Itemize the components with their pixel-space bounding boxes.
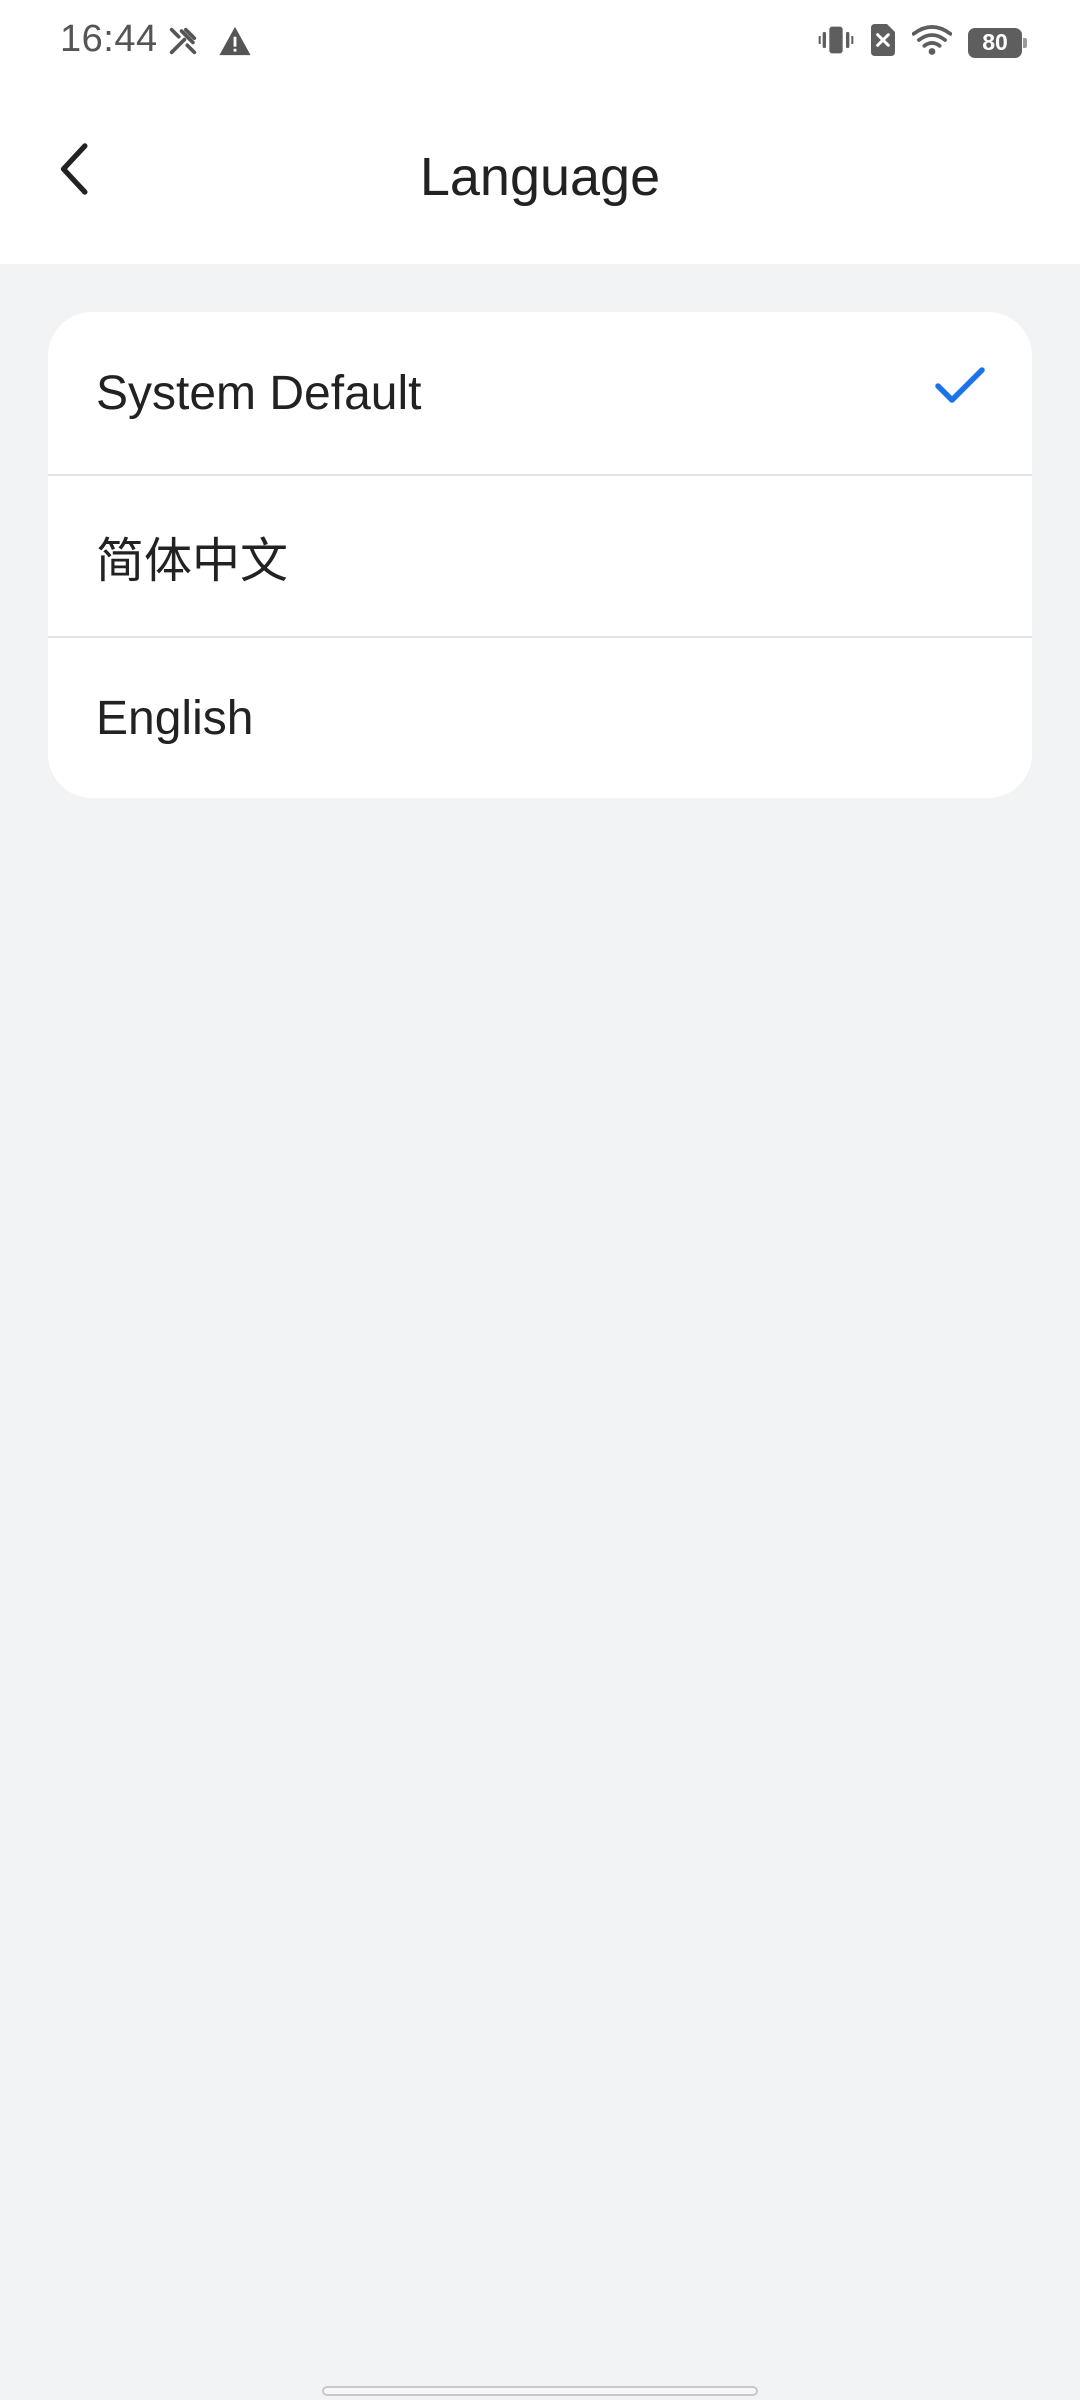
tools-icon bbox=[166, 24, 200, 63]
language-option-label: 简体中文 bbox=[96, 535, 289, 588]
language-option-label: System Default bbox=[96, 366, 422, 420]
no-sim-icon bbox=[870, 24, 896, 61]
wifi-icon bbox=[911, 24, 953, 61]
status-right-icons: 80 bbox=[818, 24, 1027, 61]
status-bar: 16:44 80 bbox=[0, 0, 1080, 84]
warning-icon bbox=[218, 25, 252, 62]
language-option-simplified-chinese[interactable]: 简体中文 bbox=[48, 474, 1032, 636]
language-option-system-default[interactable]: System Default bbox=[48, 312, 1032, 474]
page-title: Language bbox=[419, 147, 661, 207]
app-bar: Language bbox=[0, 84, 1080, 264]
checkmark-icon bbox=[935, 367, 985, 403]
language-list: System Default 简体中文 English bbox=[48, 312, 1032, 798]
language-settings-screen: 16:44 80 Language System Default 简体中文 En… bbox=[0, 0, 1080, 2400]
language-option-label: English bbox=[96, 691, 254, 745]
vibrate-icon bbox=[818, 24, 854, 61]
battery-icon: 80 bbox=[968, 27, 1027, 58]
status-left-icons bbox=[166, 24, 252, 63]
status-time: 16:44 bbox=[60, 18, 158, 60]
home-indicator[interactable] bbox=[322, 2386, 758, 2396]
language-option-english[interactable]: English bbox=[48, 636, 1032, 798]
